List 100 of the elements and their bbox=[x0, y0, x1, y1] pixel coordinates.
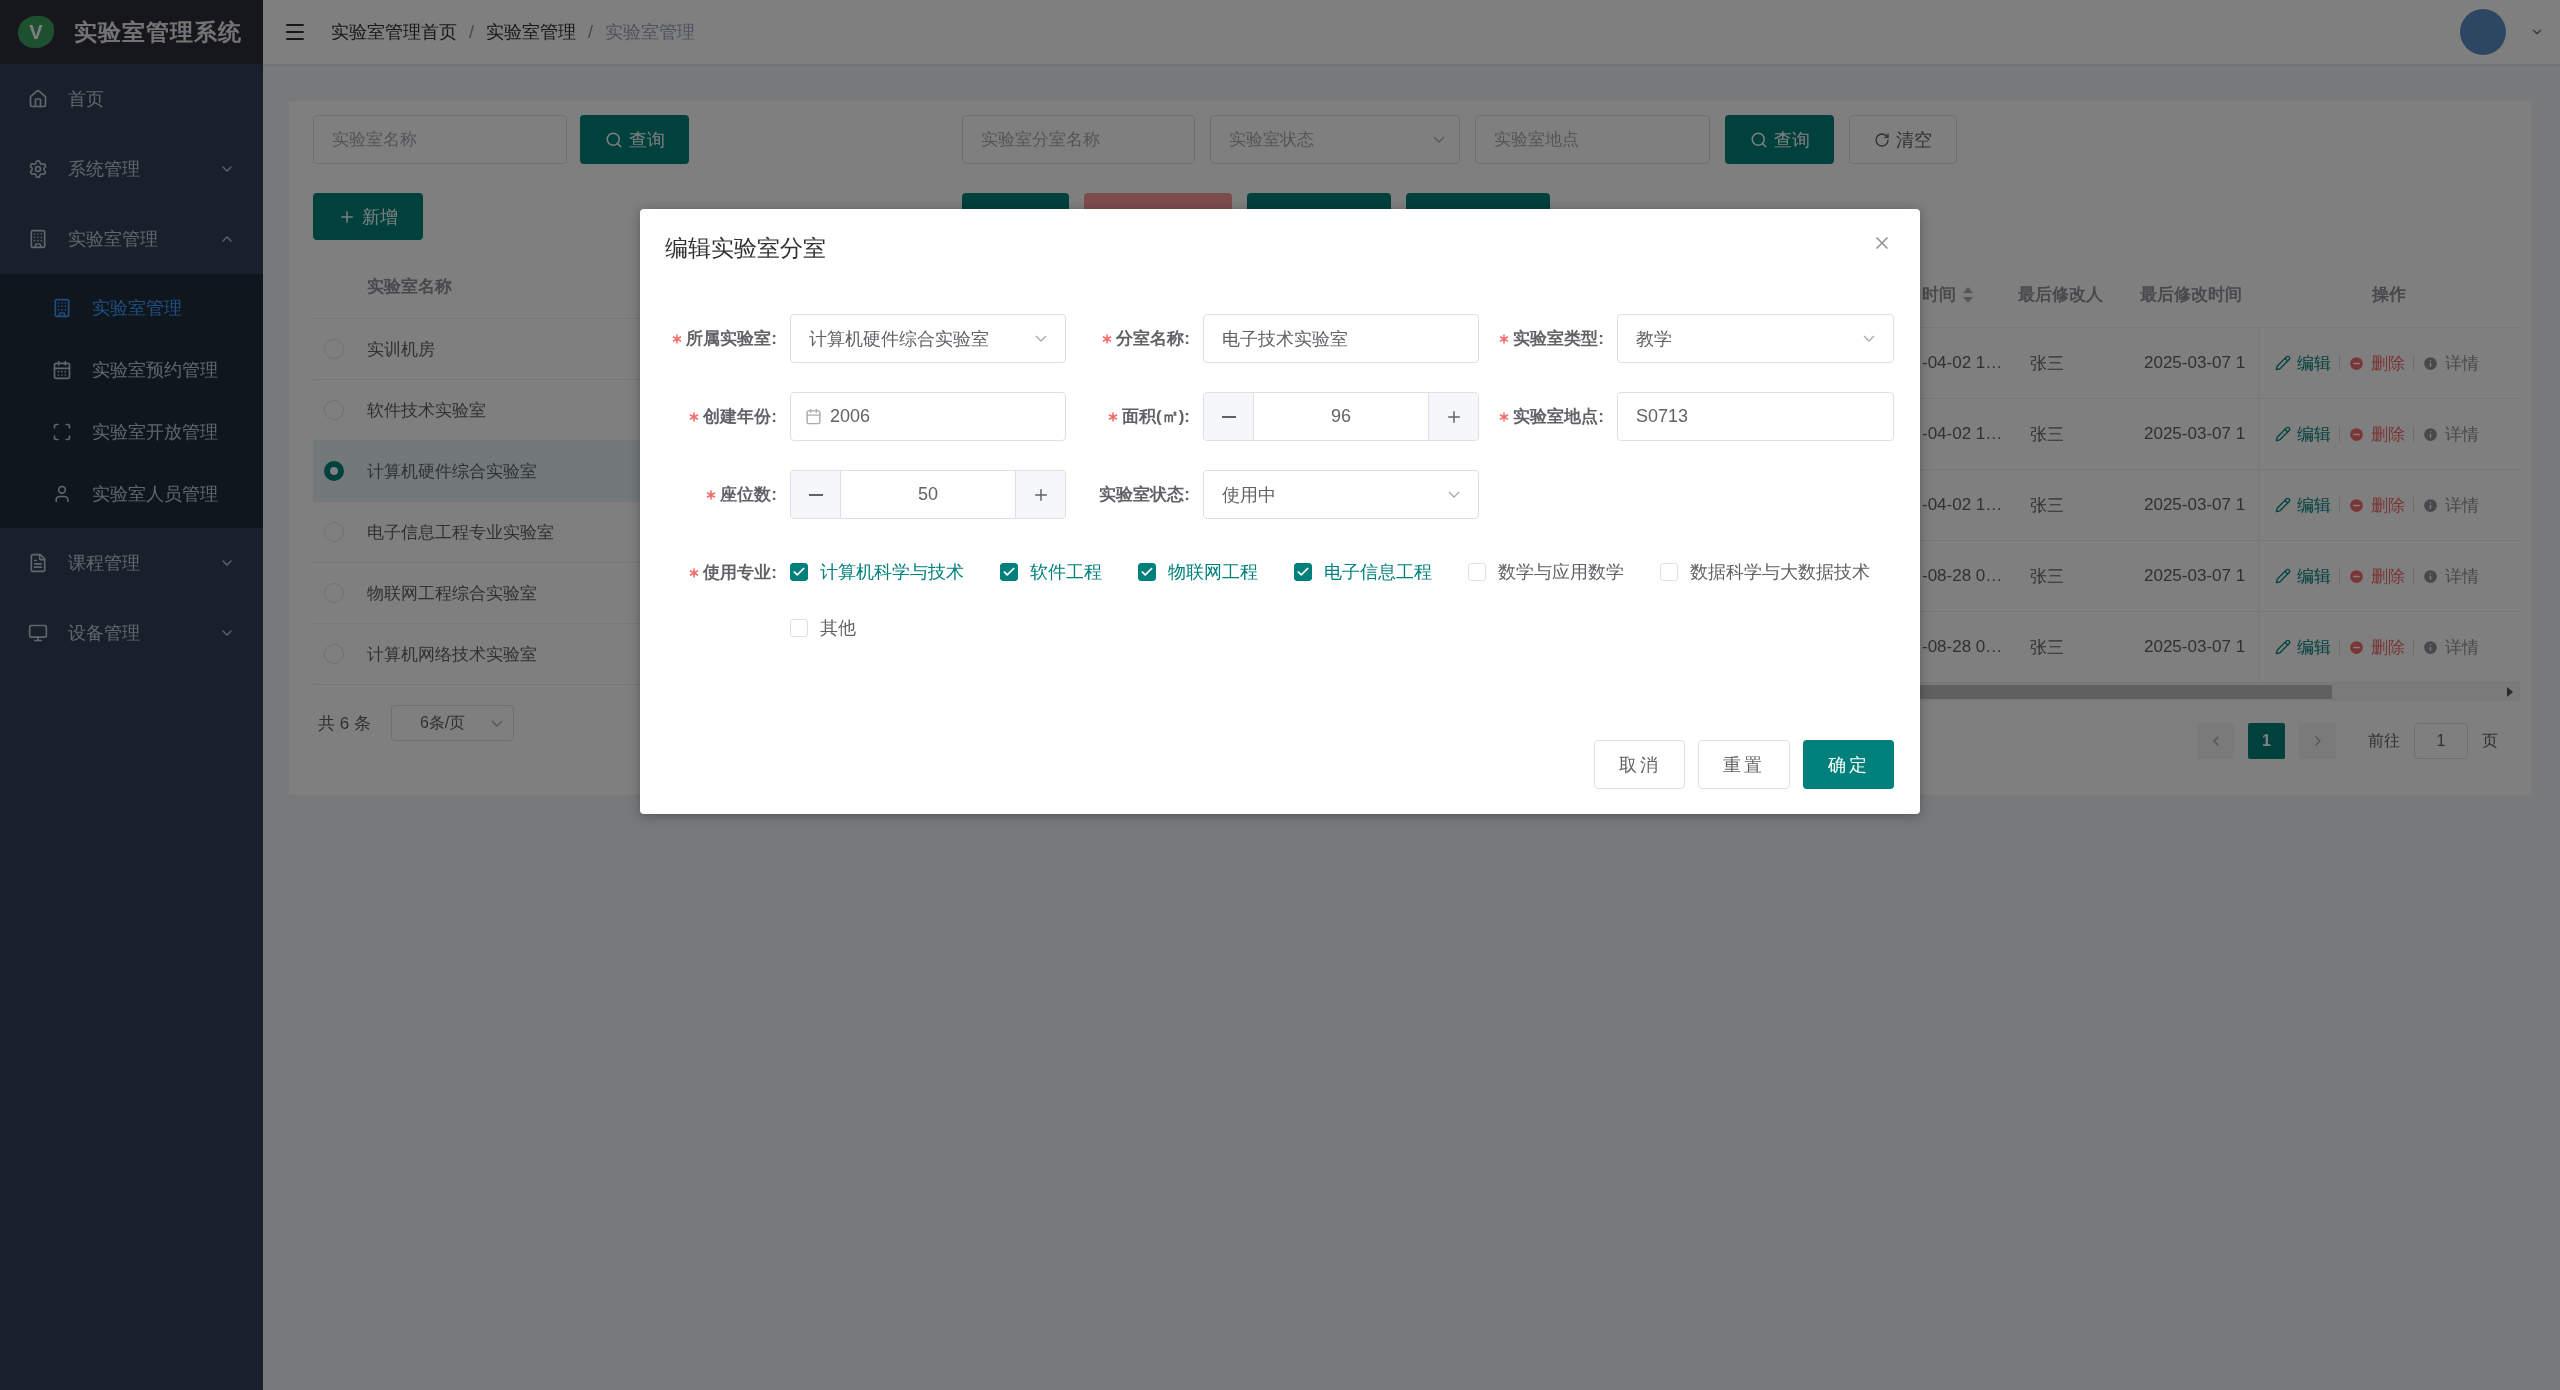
table-cell: -04-02 1… bbox=[1922, 424, 2003, 444]
sort-icon[interactable] bbox=[1962, 285, 1974, 304]
menu-item[interactable]: 课程管理 bbox=[0, 528, 263, 598]
search-button[interactable]: 查询 bbox=[580, 115, 689, 164]
required-icon bbox=[1102, 333, 1113, 344]
menu-item[interactable]: 实验室管理 bbox=[0, 204, 263, 274]
check-icon bbox=[1002, 565, 1016, 579]
submenu-item[interactable]: 实验室人员管理 bbox=[0, 463, 263, 525]
required-icon bbox=[1108, 411, 1118, 422]
total-count: 共 6 条 bbox=[318, 712, 371, 735]
checkbox-label[interactable]: 数学与应用数学 bbox=[1498, 560, 1624, 584]
info-icon bbox=[2422, 425, 2439, 443]
select-field[interactable]: 使用中 bbox=[1203, 470, 1479, 519]
checkbox-label[interactable]: 数据科学与大数据技术 bbox=[1690, 560, 1870, 584]
breadcrumb-separator: / bbox=[588, 21, 594, 43]
table-cell: -04-02 1… bbox=[1922, 495, 2003, 515]
checkbox[interactable] bbox=[1294, 563, 1312, 581]
edit-link[interactable]: 编辑 bbox=[2275, 351, 2331, 375]
table-cell-text: 张三 bbox=[2030, 494, 2064, 517]
checkbox-label[interactable]: 软件工程 bbox=[1030, 560, 1102, 584]
submenu-item[interactable]: 实验室开放管理 bbox=[0, 401, 263, 463]
search-icon bbox=[1749, 130, 1768, 149]
minus-circle-icon bbox=[2348, 496, 2365, 514]
next-page-button[interactable] bbox=[2299, 723, 2336, 759]
page-size-select[interactable]: 6条/页 bbox=[390, 705, 514, 741]
checkbox-label[interactable]: 物联网工程 bbox=[1168, 560, 1258, 584]
submenu-item[interactable]: 实验室预约管理 bbox=[0, 339, 263, 401]
chevron-down-icon bbox=[1035, 335, 1047, 342]
text-field[interactable]: S0713 bbox=[1617, 392, 1894, 441]
chevron-down-icon bbox=[490, 719, 503, 727]
submenu-item[interactable]: 实验室管理 bbox=[0, 277, 263, 339]
cancel-button[interactable]: 取消 bbox=[1594, 740, 1685, 789]
date-field[interactable]: 2006 bbox=[790, 392, 1066, 441]
scroll-right-icon[interactable] bbox=[2506, 687, 2514, 697]
info-icon bbox=[2422, 567, 2439, 585]
table-cell-text: 实训机房 bbox=[367, 338, 435, 361]
previous-page-button[interactable] bbox=[2197, 723, 2234, 759]
table-cell-text: 张三 bbox=[2030, 636, 2064, 659]
edit-link[interactable]: 编辑 bbox=[2275, 493, 2331, 517]
dialog-title: 编辑实验室分室 bbox=[665, 234, 826, 263]
page-input[interactable]: 1 bbox=[2414, 723, 2468, 759]
menu-item[interactable]: 系统管理 bbox=[0, 134, 263, 204]
text-field[interactable]: 电子技术实验室 bbox=[1203, 314, 1479, 363]
pencil-icon bbox=[2275, 426, 2291, 442]
delete-link[interactable]: 删除 bbox=[2348, 493, 2405, 517]
table-cell-text: 张三 bbox=[2030, 565, 2064, 588]
edit-link[interactable]: 编辑 bbox=[2275, 635, 2331, 659]
decrement-button[interactable] bbox=[1204, 393, 1254, 440]
select-field[interactable]: 计算机硬件综合实验室 bbox=[790, 314, 1066, 363]
clear-button[interactable]: 清空 bbox=[1849, 115, 1957, 164]
table-cell-text: 物联网工程综合实验室 bbox=[367, 582, 537, 605]
field-label: 使用专业: bbox=[703, 562, 777, 584]
table-cell-text: 张三 bbox=[2030, 352, 2064, 375]
checkbox[interactable] bbox=[790, 563, 808, 581]
edit-link[interactable]: 编辑 bbox=[2275, 422, 2331, 446]
required-icon bbox=[706, 489, 717, 500]
number-field[interactable]: 96 bbox=[1203, 392, 1479, 441]
decrement-button[interactable] bbox=[791, 471, 841, 518]
minus-circle-icon bbox=[2348, 567, 2365, 585]
add-button[interactable]: 新增 bbox=[313, 193, 423, 240]
number-field[interactable]: 50 bbox=[790, 470, 1066, 519]
menu-item[interactable]: 首页 bbox=[0, 64, 263, 134]
select-field[interactable]: 教学 bbox=[1617, 314, 1894, 363]
checkbox-label[interactable]: 电子信息工程 bbox=[1324, 560, 1432, 584]
checkbox[interactable] bbox=[1138, 563, 1156, 581]
chevron-down-icon bbox=[1433, 136, 1445, 143]
breadcrumb-item[interactable]: 实验室管理首页 bbox=[331, 20, 457, 44]
scan-frame-icon bbox=[52, 422, 72, 442]
delete-link[interactable]: 删除 bbox=[2348, 422, 2405, 446]
delete-link[interactable]: 删除 bbox=[2348, 351, 2405, 375]
table-cell: 2025-03-07 1 bbox=[2144, 495, 2246, 515]
breadcrumb-separator: / bbox=[469, 21, 474, 43]
page-button[interactable]: 1 bbox=[2248, 723, 2285, 759]
delete-link[interactable]: 删除 bbox=[2348, 635, 2405, 659]
increment-button[interactable] bbox=[1015, 471, 1065, 518]
confirm-button[interactable]: 确定 bbox=[1803, 740, 1894, 789]
reset-button[interactable]: 重置 bbox=[1698, 740, 1790, 789]
info-icon bbox=[2422, 638, 2439, 656]
minus-circle-icon bbox=[2348, 354, 2365, 372]
search-button[interactable]: 查询 bbox=[1725, 115, 1834, 164]
table-cell-text: 电子信息工程专业实验室 bbox=[367, 521, 554, 544]
edit-link[interactable]: 编辑 bbox=[2275, 564, 2331, 588]
calendar-icon bbox=[52, 360, 72, 380]
radio-button[interactable] bbox=[324, 461, 344, 481]
menu-item[interactable]: 设备管理 bbox=[0, 598, 263, 668]
checkbox[interactable] bbox=[1000, 563, 1018, 581]
table-cell-text: 计算机网络技术实验室 bbox=[367, 643, 537, 666]
pencil-icon bbox=[2275, 497, 2291, 513]
pencil-icon bbox=[2275, 355, 2291, 371]
field-label: 创建年份: bbox=[703, 406, 777, 428]
minus-circle-icon bbox=[2348, 638, 2365, 656]
delete-link[interactable]: 删除 bbox=[2348, 564, 2405, 588]
document-icon bbox=[28, 553, 48, 573]
field-label: 实验室状态: bbox=[1099, 484, 1190, 506]
breadcrumb-item[interactable]: 实验室管理 bbox=[486, 20, 576, 44]
minus-circle-icon bbox=[2348, 425, 2365, 443]
field-label: 实验室地点: bbox=[1513, 406, 1604, 428]
required-icon bbox=[689, 567, 700, 578]
avatar[interactable] bbox=[2460, 9, 2506, 55]
increment-button[interactable] bbox=[1428, 393, 1478, 440]
